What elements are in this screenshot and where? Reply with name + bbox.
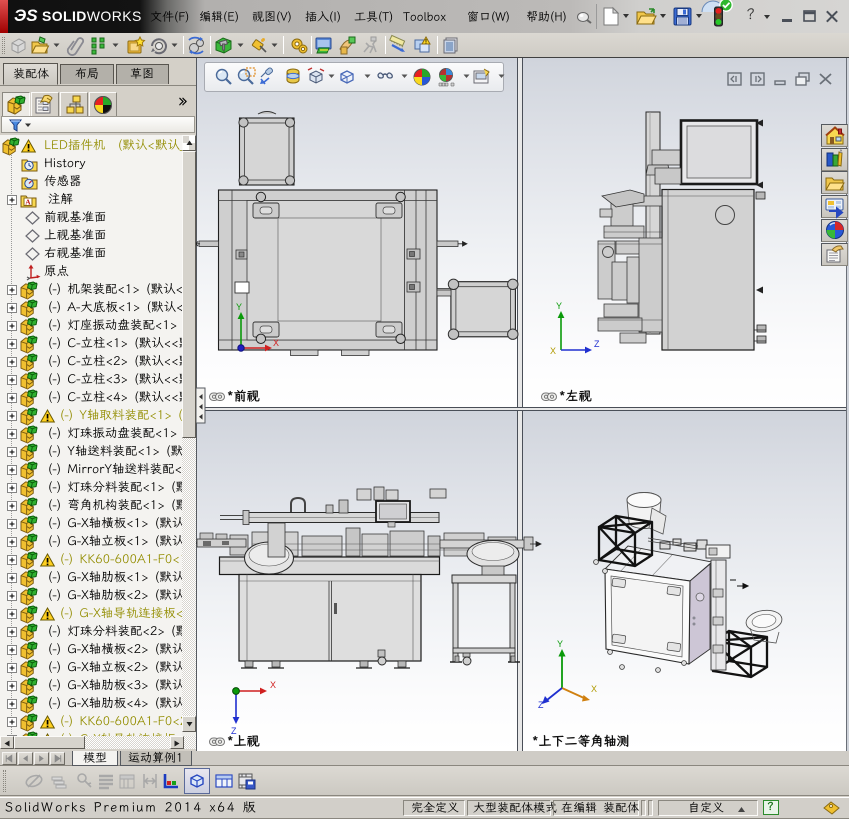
- svg-text:Y: Y: [236, 302, 242, 312]
- svg-text:X: X: [550, 346, 556, 356]
- svg-text:X: X: [270, 680, 276, 690]
- svg-text:!: !: [425, 40, 427, 46]
- svg-text:Z: Z: [594, 339, 600, 349]
- svg-text:Y: Y: [557, 639, 563, 649]
- svg-text:X: X: [591, 684, 597, 694]
- svg-text:Y: Y: [556, 301, 562, 311]
- svg-text:Z: Z: [538, 700, 544, 710]
- svg-text:Z: Z: [231, 726, 237, 736]
- svg-text:X: X: [273, 338, 279, 348]
- svg-text:A: A: [25, 198, 31, 207]
